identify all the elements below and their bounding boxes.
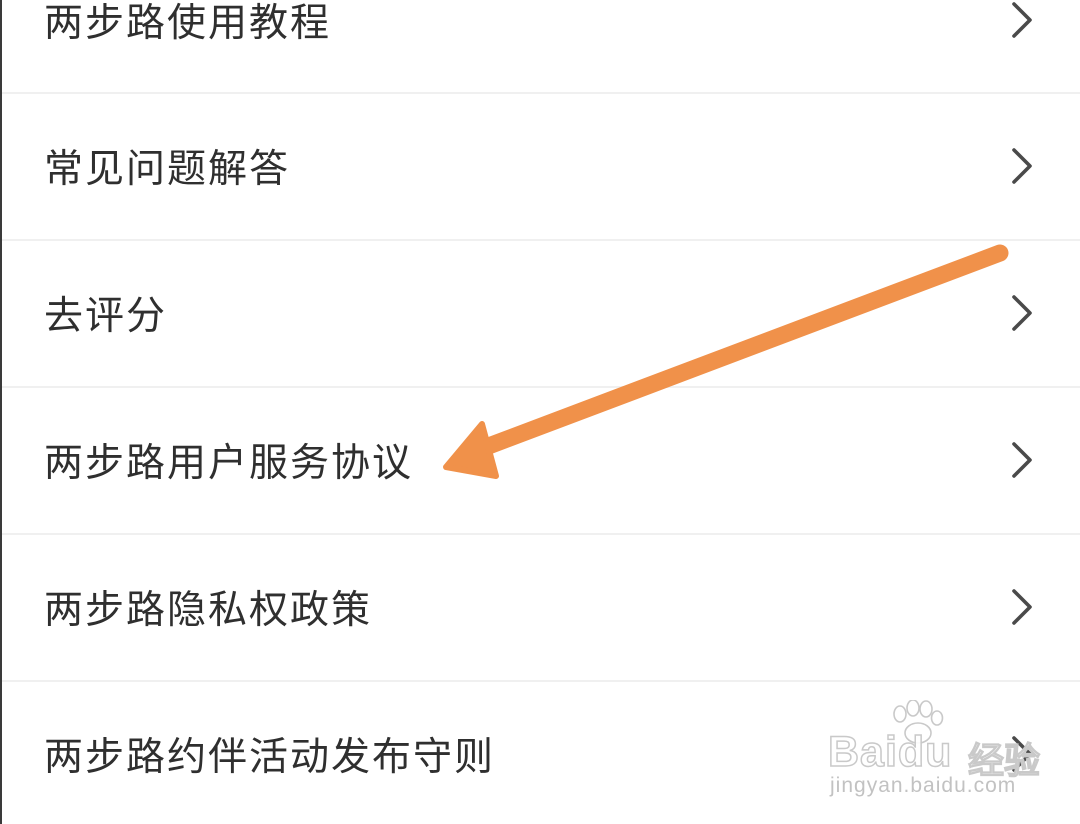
menu-item-usage-tutorial[interactable]: 两步路使用教程 xyxy=(2,0,1080,93)
menu-item-user-agreement[interactable]: 两步路用户服务协议 xyxy=(2,387,1080,533)
menu-item-rate[interactable]: 去评分 xyxy=(2,240,1080,386)
menu-item-privacy-policy[interactable]: 两步路隐私权政策 xyxy=(2,534,1080,680)
menu-item-faq[interactable]: 常见问题解答 xyxy=(2,93,1080,239)
chevron-right-icon xyxy=(1012,736,1032,772)
menu-item-label: 两步路隐私权政策 xyxy=(44,588,373,633)
menu-item-label: 两步路使用教程 xyxy=(44,1,332,46)
menu-item-label: 两步路用户服务协议 xyxy=(44,441,414,486)
settings-menu-list: 两步路使用教程 常见问题解答 去评分 两步路用户服务协议 两步路隐私权政策 两步… xyxy=(0,0,1080,824)
chevron-right-icon xyxy=(1012,589,1032,625)
menu-item-activity-rules[interactable]: 两步路约伴活动发布守则 xyxy=(2,681,1080,824)
chevron-right-icon xyxy=(1012,2,1032,38)
chevron-right-icon xyxy=(1012,148,1032,184)
menu-item-label: 常见问题解答 xyxy=(44,147,291,192)
menu-item-label: 去评分 xyxy=(44,294,168,339)
chevron-right-icon xyxy=(1012,442,1032,478)
chevron-right-icon xyxy=(1012,295,1032,331)
menu-item-label: 两步路约伴活动发布守则 xyxy=(44,735,496,780)
